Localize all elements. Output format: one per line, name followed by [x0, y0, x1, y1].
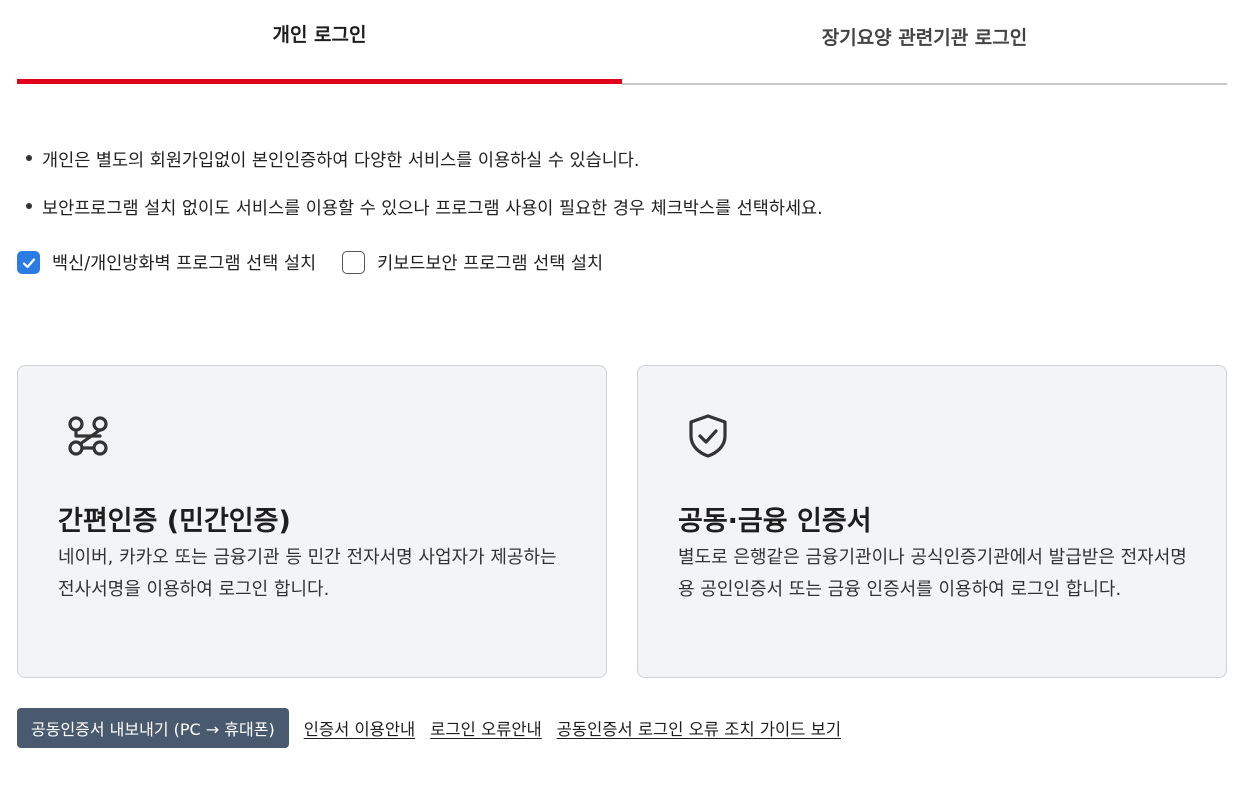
- certificate-auth-description: 별도로 은행같은 금융기관이나 공식인증기관에서 발급받은 전자서명용 공인인증…: [678, 547, 1187, 600]
- certificate-auth-title: 공동·금융 인증서: [678, 506, 872, 537]
- login-tabs: 개인 로그인 장기요양 관련기관 로그인: [17, 0, 1227, 85]
- login-error-guide-link[interactable]: 로그인 오류안내: [430, 716, 542, 740]
- keyboard-security-checkbox[interactable]: [342, 251, 366, 274]
- checkmark-icon: [22, 257, 35, 268]
- export-certificate-button[interactable]: 공동인증서 내보내기 (PC → 휴대폰): [17, 708, 289, 748]
- shield-check-icon: [689, 414, 727, 458]
- notice-text: 개인은 별도의 회원가입없이 본인인증하여 다양한 서비스를 이용하실 수 있습…: [42, 151, 640, 171]
- simple-auth-title: 간편인증 (민간인증): [58, 506, 291, 537]
- notice-text: 보안프로그램 설치 없이도 서비스를 이용할 수 있으나 프로그램 사용이 필요…: [42, 199, 823, 219]
- certificate-error-fix-guide-link[interactable]: 공동인증서 로그인 오류 조치 가이드 보기: [557, 716, 841, 740]
- security-options: 백신/개인방화벽 프로그램 선택 설치 키보드보안 프로그램 선택 설치: [17, 250, 629, 275]
- login-page: 개인 로그인 장기요양 관련기관 로그인 개인은 별도의 회원가입없이 본인인증…: [0, 0, 1258, 785]
- footer-actions: 공동인증서 내보내기 (PC → 휴대폰) 인증서 이용안내 로그인 오류안내 …: [17, 708, 856, 748]
- antivirus-checkbox-label: 백신/개인방화벽 프로그램 선택 설치: [52, 254, 317, 274]
- antivirus-checkbox[interactable]: [17, 251, 40, 274]
- tab-institution-login[interactable]: 장기요양 관련기관 로그인: [622, 0, 1227, 85]
- certificate-auth-card[interactable]: 공동·금융 인증서 별도로 은행같은 금융기관이나 공식인증기관에서 발급받은 …: [637, 365, 1227, 678]
- bullet-icon: [26, 154, 32, 161]
- notice-item: 보안프로그램 설치 없이도 서비스를 이용할 수 있으나 프로그램 사용이 필요…: [26, 195, 823, 220]
- command-icon: [68, 416, 108, 456]
- simple-auth-description: 네이버, 카카오 또는 금융기관 등 민간 전자서명 사업자가 제공하는 전사서…: [58, 547, 557, 600]
- simple-auth-card[interactable]: 간편인증 (민간인증) 네이버, 카카오 또는 금융기관 등 민간 전자서명 사…: [17, 365, 607, 678]
- keyboard-security-checkbox-label: 키보드보안 프로그램 선택 설치: [377, 254, 604, 274]
- notice-item: 개인은 별도의 회원가입없이 본인인증하여 다양한 서비스를 이용하실 수 있습…: [26, 147, 639, 172]
- tab-personal-login[interactable]: 개인 로그인: [17, 0, 622, 84]
- tab-personal-login-label: 개인 로그인: [272, 24, 367, 46]
- keyboard-security-checkbox-option[interactable]: 키보드보안 프로그램 선택 설치: [342, 250, 603, 275]
- tab-institution-login-label: 장기요양 관련기관 로그인: [821, 27, 1028, 49]
- antivirus-checkbox-option[interactable]: 백신/개인방화벽 프로그램 선택 설치: [17, 250, 316, 275]
- bullet-icon: [26, 202, 32, 209]
- certificate-guide-link[interactable]: 인증서 이용안내: [304, 716, 416, 740]
